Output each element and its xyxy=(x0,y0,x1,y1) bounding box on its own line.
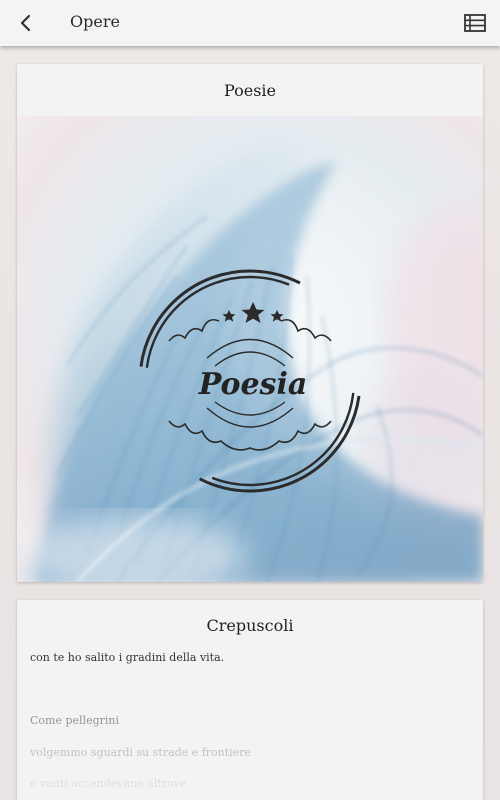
card-title: Poesie xyxy=(223,80,276,100)
poem-line: con te ho salito i gradini della vita. xyxy=(30,651,225,664)
list-view-button[interactable] xyxy=(462,10,488,36)
poem-line xyxy=(30,683,470,697)
poem-line: Come pellegrini xyxy=(30,714,119,727)
poem-title: Crepuscoli xyxy=(206,616,294,635)
poem-card-crepuscoli[interactable]: Crepuscoli con te ho salito i gradini de… xyxy=(17,600,483,800)
chevron-left-icon xyxy=(20,14,31,32)
list-view-icon xyxy=(464,14,486,32)
cover-image: Poesia xyxy=(17,116,483,582)
page-title: Opere xyxy=(70,12,120,31)
collection-card-poesie[interactable]: Poesie Poesia xyxy=(17,64,483,582)
poem-excerpt: con te ho salito i gradini della vita. C… xyxy=(17,651,483,791)
poem-line: volgemmo sguardi su strade e frontiere xyxy=(30,745,251,759)
back-button[interactable] xyxy=(12,9,40,37)
app-bar: Opere xyxy=(0,0,500,46)
stamp-text: Poesia xyxy=(198,367,308,402)
poem-line: e venti accendevano altrove xyxy=(30,777,187,790)
